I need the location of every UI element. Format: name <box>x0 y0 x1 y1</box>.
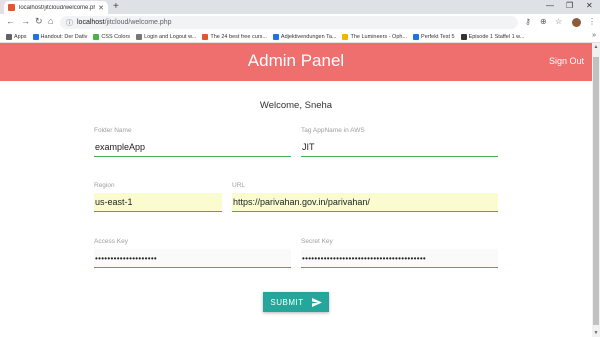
bookmark-label: CSS Colors <box>101 33 131 40</box>
bookmark-star-icon[interactable]: ☆ <box>555 17 562 26</box>
navbar: Admin Panel Sign Out <box>0 43 592 81</box>
back-icon[interactable]: ← <box>6 16 15 26</box>
bookmark-item[interactable]: Login and Logout w... <box>136 33 197 40</box>
menu-icon[interactable]: ⋮ <box>588 17 596 26</box>
home-icon[interactable]: ⌂ <box>48 16 53 26</box>
zoom-icon[interactable]: ⊕ <box>540 17 547 26</box>
browser-toolbar: ← → ↻ ⌂ ⓘ localhost/jitcloud/welcome.php… <box>0 14 600 31</box>
bookmark-favicon-icon <box>460 33 467 40</box>
bookmark-label: Handout: Der Dativ <box>40 33 88 40</box>
scroll-thumb[interactable] <box>593 57 599 325</box>
access-key-field: Access Key •••••••••••••••••••• <box>94 238 291 268</box>
tab-title: localhost/jitcloud/welcome.php <box>19 4 96 11</box>
address-bar[interactable]: ⓘ localhost/jitcloud/welcome.php <box>60 16 518 29</box>
bookmark-favicon-icon <box>272 33 279 40</box>
info-icon[interactable]: ⓘ <box>66 18 73 28</box>
access-key-label: Access Key <box>94 238 128 245</box>
bookmark-favicon-icon <box>32 33 39 40</box>
bookmark-label: Adjektivendungen Ta... <box>280 33 337 40</box>
url-host: localhost <box>77 19 105 26</box>
bookmark-item[interactable]: Handout: Der Dativ <box>32 33 88 40</box>
bookmark-item[interactable]: The 24 best free curs... <box>202 33 267 40</box>
bookmark-favicon-icon <box>413 33 420 40</box>
bookmark-item[interactable]: The Lumineers - Oph... <box>342 33 408 40</box>
url-field: URL https://parivahan.gov.in/parivahan/ <box>232 182 498 212</box>
bookmark-item[interactable]: Adjektivendungen Ta... <box>272 33 337 40</box>
bookmark-item[interactable]: Apps <box>6 33 27 40</box>
welcome-message: Welcome, Sneha <box>259 100 333 111</box>
scroll-down-icon[interactable]: ▼ <box>592 330 600 336</box>
submit-button[interactable]: SUBMIT <box>263 292 329 312</box>
region-field: Region us-east-1 <box>94 182 222 212</box>
secret-key-field: Secret Key •••••••••••••••••••••••••••••… <box>301 238 498 268</box>
minimize-icon[interactable]: — <box>546 1 554 10</box>
folder-name-label: Folder Name <box>94 127 132 134</box>
reload-icon[interactable]: ↻ <box>35 16 43 27</box>
more-bookmarks-icon[interactable]: » <box>592 32 596 39</box>
page-scrollbar[interactable]: ▲ ▼ <box>592 43 600 337</box>
region-input[interactable]: us-east-1 <box>94 193 222 212</box>
profile-avatar[interactable] <box>572 18 581 27</box>
region-label: Region <box>94 182 115 189</box>
bookmark-label: Login and Logout w... <box>144 33 197 40</box>
bookmark-item[interactable]: Perfekt Test 5 <box>413 33 455 40</box>
bookmark-label: Episode 1 Staffel 1 w... <box>468 33 525 40</box>
close-tab-icon[interactable]: ✕ <box>98 4 104 12</box>
bookmark-favicon-icon <box>342 33 349 40</box>
bookmark-label: The Lumineers - Oph... <box>350 33 408 40</box>
url-input[interactable]: https://parivahan.gov.in/parivahan/ <box>232 193 498 212</box>
maximize-icon[interactable]: ❐ <box>566 1 573 10</box>
tag-appname-input[interactable]: JIT <box>301 138 498 157</box>
browser-tab[interactable]: localhost/jitcloud/welcome.php ✕ <box>4 1 108 14</box>
bookmark-label: Perfekt Test 5 <box>421 33 455 40</box>
brand-title[interactable]: Admin Panel <box>0 51 592 71</box>
bookmark-label: Apps <box>14 33 27 40</box>
access-key-input[interactable]: •••••••••••••••••••• <box>94 249 291 268</box>
favicon-icon <box>8 4 15 11</box>
secret-key-label: Secret Key <box>301 238 333 245</box>
apps-grid-icon <box>6 33 12 40</box>
send-icon <box>311 297 322 307</box>
scroll-up-icon[interactable]: ▲ <box>592 44 600 50</box>
tag-appname-field: Tag AppName in AWS JIT <box>301 127 498 157</box>
tag-appname-label: Tag AppName in AWS <box>301 127 365 134</box>
browser-tab-strip: localhost/jitcloud/welcome.php ✕ + — ❐ ✕ <box>0 0 600 14</box>
folder-name-field: Folder Name exampleApp <box>94 127 291 157</box>
key-icon[interactable]: ⚷ <box>525 17 531 26</box>
url-label: URL <box>232 182 246 189</box>
bookmark-favicon-icon <box>202 33 209 40</box>
submit-label: SUBMIT <box>270 297 304 307</box>
folder-name-input[interactable]: exampleApp <box>94 138 291 157</box>
page-viewport: Admin Panel Sign Out Welcome, Sneha Fold… <box>0 43 592 337</box>
close-window-icon[interactable]: ✕ <box>586 1 593 10</box>
url-path: /jitcloud/welcome.php <box>104 19 172 26</box>
bookmark-item[interactable]: CSS Colors <box>93 33 131 40</box>
bookmark-favicon-icon <box>93 33 100 40</box>
new-tab-icon[interactable]: + <box>113 1 119 12</box>
bookmark-label: The 24 best free curs... <box>210 33 267 40</box>
forward-icon[interactable]: → <box>21 16 30 26</box>
bookmark-item[interactable]: Episode 1 Staffel 1 w... <box>460 33 525 40</box>
sign-out-link[interactable]: Sign Out <box>549 56 584 66</box>
bookmark-favicon-icon <box>136 33 143 40</box>
secret-key-input[interactable]: •••••••••••••••••••••••••••••••••••••••• <box>301 249 498 268</box>
bookmarks-bar: Apps Handout: Der Dativ CSS Colors Login an… <box>0 31 600 43</box>
